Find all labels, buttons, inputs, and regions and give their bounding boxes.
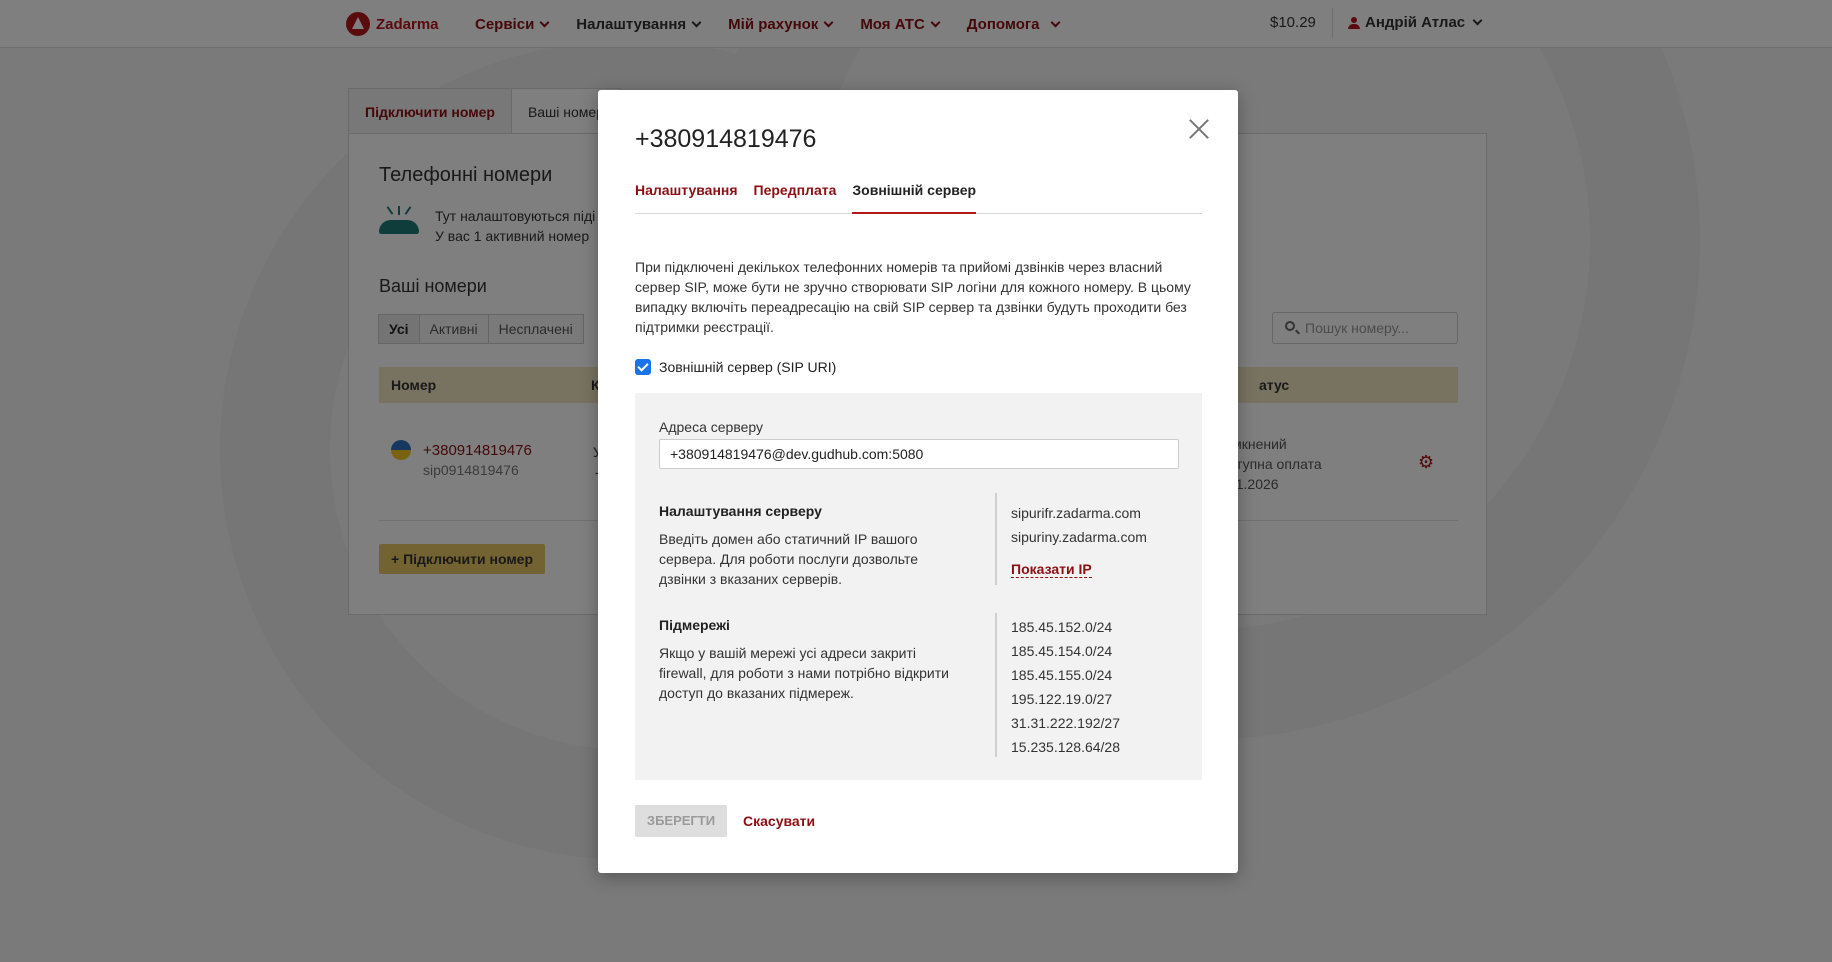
number-settings-modal: +380914819476 Налаштування Передплата Зо…: [598, 90, 1238, 873]
subnet-item: 185.45.155.0/24: [1011, 667, 1113, 683]
server-hostname: sipuriny.zadarma.com: [1011, 529, 1147, 545]
tab-subscription[interactable]: Передплата: [754, 180, 837, 214]
subnets-text: Якщо у вашій мережі усі адреси закриті f…: [659, 645, 949, 701]
modal-tabs: Налаштування Передплата Зовнішній сервер: [635, 180, 1202, 214]
server-hostname: sipurifr.zadarma.com: [1011, 505, 1141, 521]
subnet-item: 185.45.152.0/24: [1011, 619, 1113, 635]
subnets-list: 185.45.152.0/24 185.45.154.0/24 185.45.1…: [1011, 615, 1120, 759]
close-icon[interactable]: [1188, 118, 1210, 140]
server-settings-box: Адреса серверу Налаштування серверу Введ…: [635, 393, 1202, 780]
subnet-item: 31.31.222.192/27: [1011, 715, 1120, 731]
cancel-link[interactable]: Скасувати: [743, 813, 815, 829]
subnet-item: 185.45.154.0/24: [1011, 643, 1113, 659]
modal-title: +380914819476: [635, 125, 817, 153]
show-ip-link[interactable]: Показати IP: [1011, 561, 1092, 578]
server-address-input[interactable]: [659, 439, 1179, 469]
subnet-item: 195.122.19.0/27: [1011, 691, 1113, 707]
server-settings-title: Налаштування серверу: [659, 503, 822, 519]
server-address-label: Адреса серверу: [659, 419, 764, 435]
divider: [995, 493, 997, 585]
tab-external-server[interactable]: Зовнішній сервер: [852, 180, 977, 214]
subnet-item: 15.235.128.64/28: [1011, 739, 1120, 755]
checkbox-label: Зовнішній сервер (SIP URI): [659, 359, 837, 375]
tab-settings[interactable]: Налаштування: [635, 180, 738, 214]
subnets-title: Підмережі: [659, 617, 730, 633]
external-server-toggle[interactable]: Зовнішній сервер (SIP URI): [635, 359, 836, 375]
divider: [995, 613, 997, 757]
external-server-description: При підключені декількох телефонних номе…: [635, 259, 1191, 335]
server-settings-text: Введіть домен або статичний IP вашого се…: [659, 531, 919, 587]
external-server-checkbox[interactable]: [635, 359, 651, 375]
save-button[interactable]: ЗБЕРЕГТИ: [635, 805, 727, 837]
